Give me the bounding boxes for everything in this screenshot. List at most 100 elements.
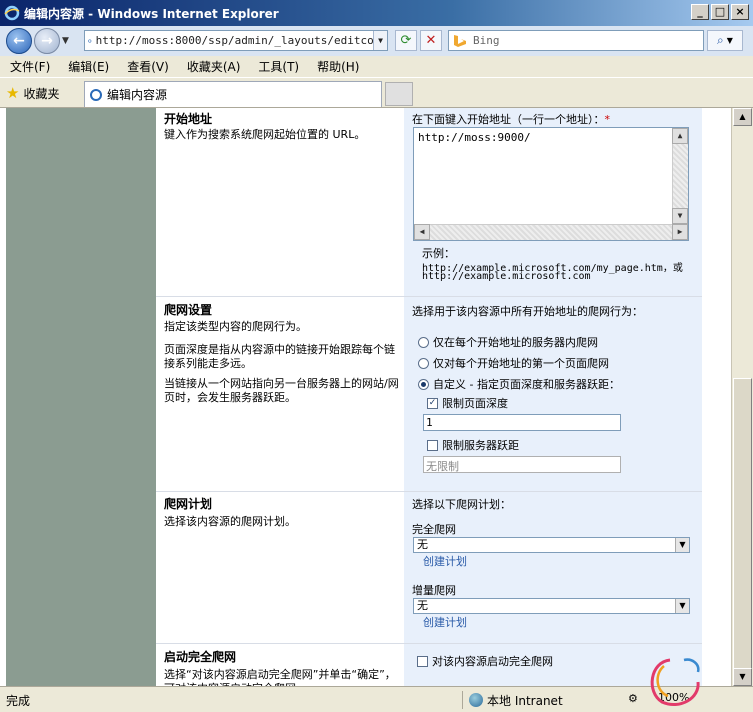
crawl-settings-prompt: 选择用于该内容源中所有开始地址的爬网行为： bbox=[412, 305, 643, 318]
address-input[interactable]: http://moss:8000/ssp/admin/_layouts/edit… bbox=[84, 30, 388, 51]
crawl-settings-desc-1: 指定该类型内容的爬网行为。 bbox=[164, 320, 307, 333]
new-tab-button[interactable] bbox=[385, 82, 413, 106]
scroll-up-icon[interactable]: ▲ bbox=[672, 128, 688, 144]
start-full-crawl-checkbox[interactable]: 对该内容源启动完全爬网 bbox=[417, 653, 553, 669]
page-vertical-scrollbar[interactable]: ▲ ▼ bbox=[731, 108, 753, 686]
required-marker: * bbox=[604, 113, 611, 126]
zone-label: 本地 Intranet bbox=[487, 693, 563, 708]
crawl-schedule-prompt: 选择以下爬网计划： bbox=[412, 498, 511, 511]
tab-edit-content-source[interactable]: 编辑内容源 bbox=[84, 81, 382, 107]
forward-button[interactable]: → bbox=[34, 28, 60, 54]
page-content: 开始地址 键入作为搜索系统爬网起始位置的 URL。 在下面键入开始地址（一行一个… bbox=[0, 108, 731, 686]
checkbox-icon bbox=[427, 439, 438, 451]
checkbox-label: 限制服务器跃距 bbox=[442, 439, 519, 452]
security-zone[interactable]: 本地 Intranet bbox=[462, 691, 563, 709]
page-depth-input[interactable]: 1 bbox=[423, 414, 621, 431]
search-placeholder: Bing bbox=[473, 34, 500, 47]
window-title: 编辑内容源 - Windows Internet Explorer bbox=[24, 6, 279, 21]
star-icon: ★ bbox=[6, 84, 20, 102]
navigation-bar: ← → ▼ http://moss:8000/ssp/admin/_layout… bbox=[0, 26, 753, 56]
protected-mode-icon[interactable]: ⚙ bbox=[628, 692, 638, 705]
intranet-globe-icon bbox=[469, 693, 483, 707]
favorites-bar: ★ 收藏夹 编辑内容源 bbox=[0, 78, 753, 108]
menu-help[interactable]: 帮助(H) bbox=[307, 58, 367, 75]
history-dropdown-icon[interactable]: ▼ bbox=[62, 36, 74, 46]
minimize-button[interactable]: _ bbox=[691, 4, 709, 20]
select-value: 无 bbox=[417, 599, 428, 612]
create-full-schedule-link[interactable]: 创建计划 bbox=[423, 553, 467, 569]
scroll-down-icon[interactable]: ▼ bbox=[733, 668, 752, 686]
radio-label: 仅对每个开始地址的第一个页面爬网 bbox=[433, 357, 609, 370]
page-icon bbox=[90, 88, 102, 101]
incremental-crawl-label: 增量爬网 bbox=[412, 584, 456, 597]
radio-icon bbox=[418, 357, 429, 369]
status-bar: 完成 本地 Intranet ⚙ 100% bbox=[0, 686, 753, 712]
server-hops-input[interactable]: 无限制 bbox=[423, 456, 621, 473]
radio-server-only[interactable]: 仅在每个开始地址的服务器内爬网 bbox=[418, 334, 598, 350]
create-incremental-schedule-link[interactable]: 创建计划 bbox=[423, 614, 467, 630]
tab-title: 编辑内容源 bbox=[107, 88, 168, 102]
favorites-label: 收藏夹 bbox=[23, 86, 60, 101]
right-margin bbox=[702, 108, 731, 686]
radio-first-page-only[interactable]: 仅对每个开始地址的第一个页面爬网 bbox=[418, 355, 609, 371]
start-full-crawl-title: 启动完全爬网 bbox=[164, 650, 237, 664]
ie-logo-icon bbox=[4, 5, 20, 21]
checkbox-checked-icon: ✓ bbox=[427, 397, 438, 409]
close-window-button[interactable]: × bbox=[731, 4, 749, 20]
chevron-down-icon: ▼ bbox=[675, 599, 689, 613]
radio-icon bbox=[418, 336, 429, 348]
start-address-textarea[interactable]: http://moss:9000/ ▲ ▼ ◀ ▶ bbox=[413, 127, 689, 241]
menu-tools[interactable]: 工具(T) bbox=[248, 58, 307, 75]
limit-depth-checkbox[interactable]: ✓ 限制页面深度 bbox=[427, 395, 508, 411]
limit-hops-checkbox[interactable]: 限制服务器跃距 bbox=[427, 437, 519, 453]
textarea-horizontal-scrollbar[interactable]: ◀ ▶ bbox=[414, 224, 688, 240]
radio-selected-icon bbox=[418, 378, 429, 390]
start-full-crawl-desc: 选择“对该内容源启动完全爬网”并单击“确定”，可对该内容源启动完全爬网。 bbox=[164, 668, 396, 686]
maximize-button[interactable]: □ bbox=[711, 4, 729, 20]
scroll-left-icon[interactable]: ◀ bbox=[414, 224, 430, 240]
favorites-button[interactable]: ★ 收藏夹 bbox=[6, 84, 59, 102]
magnifier-icon: ⌕ bbox=[717, 33, 724, 47]
menu-edit[interactable]: 编辑(E) bbox=[58, 58, 117, 75]
section-divider bbox=[156, 296, 702, 297]
checkbox-label: 限制页面深度 bbox=[442, 397, 508, 410]
menu-favorites[interactable]: 收藏夹(A) bbox=[177, 58, 249, 75]
radio-label: 自定义 - 指定页面深度和服务器跃距： bbox=[433, 378, 620, 391]
left-nav-pane bbox=[6, 108, 156, 686]
address-dropdown-icon[interactable]: ▼ bbox=[373, 31, 387, 50]
refresh-icon[interactable]: ⟳ bbox=[395, 30, 417, 51]
status-text: 完成 bbox=[6, 694, 31, 708]
textarea-vertical-scrollbar[interactable]: ▲ ▼ bbox=[672, 128, 688, 224]
scroll-right-icon[interactable]: ▶ bbox=[672, 224, 688, 240]
radio-custom[interactable]: 自定义 - 指定页面深度和服务器跃距： bbox=[418, 376, 620, 392]
full-crawl-label: 完全爬网 bbox=[412, 523, 456, 536]
select-value: 无 bbox=[417, 538, 428, 551]
full-crawl-select[interactable]: 无 ▼ bbox=[413, 537, 690, 553]
menu-file[interactable]: 文件(F) bbox=[0, 58, 58, 75]
scrollbar-thumb[interactable] bbox=[733, 378, 752, 674]
section-divider bbox=[156, 643, 702, 644]
crawl-settings-desc-3: 当链接从一个网站指向另一台服务器上的网站/网页时，会发生服务器跃距。 bbox=[164, 377, 399, 404]
stop-icon[interactable]: ✕ bbox=[420, 30, 442, 51]
crawl-schedule-title: 爬网计划 bbox=[164, 497, 213, 511]
incremental-crawl-select[interactable]: 无 ▼ bbox=[413, 598, 690, 614]
zoom-level[interactable]: 100% bbox=[658, 691, 689, 704]
start-address-title: 开始地址 bbox=[164, 112, 213, 126]
menu-view[interactable]: 查看(V) bbox=[117, 58, 177, 75]
chevron-down-icon: ▼ bbox=[675, 538, 689, 552]
checkbox-label: 对该内容源启动完全爬网 bbox=[432, 655, 553, 668]
scroll-up-icon[interactable]: ▲ bbox=[733, 108, 752, 126]
start-address-value: http://moss:9000/ bbox=[418, 131, 531, 144]
section-divider bbox=[156, 491, 702, 492]
scroll-down-icon[interactable]: ▼ bbox=[672, 208, 688, 224]
crawl-settings-desc-2: 页面深度是指从内容源中的链接开始跟踪每个链接系列能走多远。 bbox=[164, 343, 395, 370]
checkbox-icon bbox=[417, 655, 428, 667]
radio-label: 仅在每个开始地址的服务器内爬网 bbox=[433, 336, 598, 349]
search-button[interactable]: ⌕ ▼ bbox=[707, 30, 743, 51]
search-input[interactable]: Bing bbox=[448, 30, 704, 51]
start-address-prompt: 在下面键入开始地址（一行一个地址）：* bbox=[412, 113, 611, 126]
page-icon bbox=[88, 38, 92, 43]
back-button[interactable]: ← bbox=[6, 28, 32, 54]
start-address-desc: 键入作为搜索系统爬网起始位置的 URL。 bbox=[164, 128, 366, 141]
example-url-2: http://example.microsoft.com bbox=[422, 271, 591, 282]
